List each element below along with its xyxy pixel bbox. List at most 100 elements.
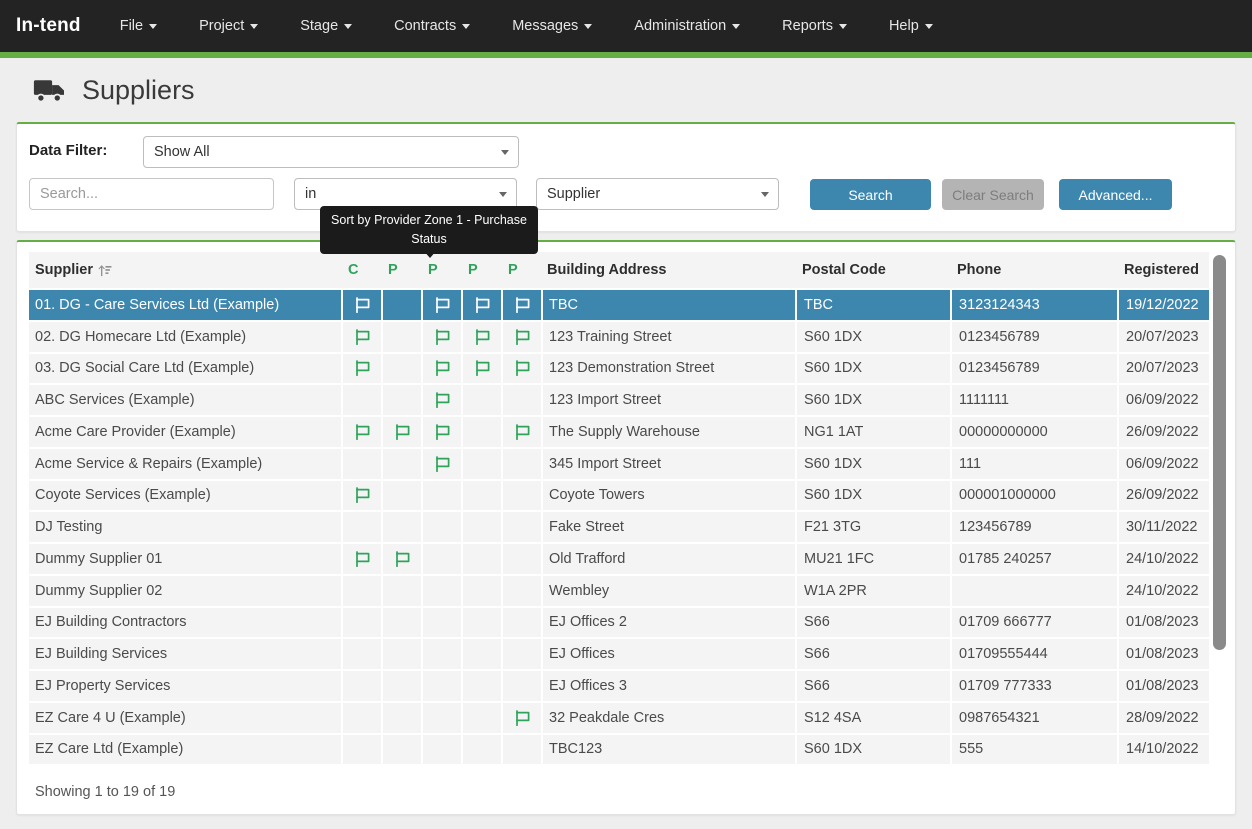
building-address-cell: Old Trafford xyxy=(541,544,795,574)
table-row[interactable]: EZ Care 4 U (Example) 32 Peakdale Cres S… xyxy=(29,703,1209,733)
flag-cell-p2 xyxy=(421,512,461,542)
menu-item-messages[interactable]: Messages xyxy=(491,0,613,52)
menu-item-stage[interactable]: Stage xyxy=(279,0,373,52)
flag-cell-p3 xyxy=(461,354,501,384)
vertical-scrollbar[interactable] xyxy=(1213,254,1226,829)
column-header-p1[interactable]: P xyxy=(381,262,421,278)
flag-cell-p1 xyxy=(381,290,421,320)
data-filter-label: Data Filter: xyxy=(29,142,107,159)
flag-cell-p3 xyxy=(461,544,501,574)
table-row[interactable]: Acme Care Provider (Example) The Supply … xyxy=(29,417,1209,447)
menu-item-contracts[interactable]: Contracts xyxy=(373,0,491,52)
flag-icon xyxy=(394,551,411,567)
building-address-cell: EJ Offices xyxy=(541,639,795,669)
column-header-c[interactable]: C xyxy=(341,262,381,278)
flag-cell-p2 xyxy=(421,576,461,606)
flag-cell-p3 xyxy=(461,608,501,638)
table-row[interactable]: EZ Care Ltd (Example) TBC123 S60 1DX 555… xyxy=(29,735,1209,765)
flag-icon xyxy=(514,710,531,726)
supplier-name-cell: 02. DG Homecare Ltd (Example) xyxy=(29,322,341,352)
flag-cell-p3 xyxy=(461,417,501,447)
table-row[interactable]: 02. DG Homecare Ltd (Example) 123 Traini… xyxy=(29,322,1209,352)
table-row[interactable]: Acme Service & Repairs (Example) 345 Imp… xyxy=(29,449,1209,479)
phone-cell: 123456789 xyxy=(950,512,1117,542)
flag-icon xyxy=(354,424,371,440)
flag-icon xyxy=(434,424,451,440)
page-title: Suppliers xyxy=(82,75,195,106)
phone-cell xyxy=(950,576,1117,606)
postal-code-cell: W1A 2PR xyxy=(795,576,950,606)
search-button[interactable]: Search xyxy=(810,179,931,210)
flag-cell-p1 xyxy=(381,703,421,733)
flag-cell-p4 xyxy=(501,385,541,415)
phone-cell: 01709 777333 xyxy=(950,671,1117,701)
flag-cell-c xyxy=(341,322,381,352)
supplier-name-cell: 01. DG - Care Services Ltd (Example) xyxy=(29,290,341,320)
registered-date-cell: 14/10/2022 xyxy=(1117,735,1209,765)
flag-cell-p3 xyxy=(461,481,501,511)
flag-cell-p4 xyxy=(501,512,541,542)
data-filter-selected-value: Show All xyxy=(154,144,210,160)
table-row[interactable]: Dummy Supplier 01 Old Trafford MU21 1FC … xyxy=(29,544,1209,574)
menu-item-file[interactable]: File xyxy=(99,0,178,52)
search-input[interactable] xyxy=(29,178,274,210)
table-row[interactable]: EJ Property Services EJ Offices 3 S66 01… xyxy=(29,671,1209,701)
phone-cell: 01709555444 xyxy=(950,639,1117,669)
flag-cell-p3 xyxy=(461,703,501,733)
column-header-p4[interactable]: P xyxy=(501,262,541,278)
registered-date-cell: 06/09/2022 xyxy=(1117,449,1209,479)
registered-date-cell: 24/10/2022 xyxy=(1117,544,1209,574)
table-row[interactable]: ABC Services (Example) 123 Import Street… xyxy=(29,385,1209,415)
search-field-select[interactable]: Supplier xyxy=(536,178,779,210)
building-address-cell: 123 Demonstration Street xyxy=(541,354,795,384)
flag-cell-p1 xyxy=(381,639,421,669)
advanced-button[interactable]: Advanced... xyxy=(1059,179,1172,210)
flag-cell-p1 xyxy=(381,322,421,352)
registered-date-cell: 19/12/2022 xyxy=(1117,290,1209,320)
postal-code-cell: MU21 1FC xyxy=(795,544,950,574)
table-row[interactable]: Coyote Services (Example) Coyote Towers … xyxy=(29,481,1209,511)
column-header-building-address[interactable]: Building Address xyxy=(541,262,795,278)
flag-cell-p2 xyxy=(421,735,461,765)
caret-down-icon xyxy=(839,24,847,33)
table-row[interactable]: EJ Building Contractors EJ Offices 2 S66… xyxy=(29,608,1209,638)
data-filter-select[interactable]: Show All xyxy=(143,136,519,168)
menu-item-help[interactable]: Help xyxy=(868,0,954,52)
flag-cell-p3 xyxy=(461,735,501,765)
scrollbar-thumb[interactable] xyxy=(1213,255,1226,650)
flag-icon xyxy=(474,360,491,376)
postal-code-cell: S12 4SA xyxy=(795,703,950,733)
postal-code-cell: S60 1DX xyxy=(795,481,950,511)
postal-code-cell: NG1 1AT xyxy=(795,417,950,447)
menu-item-reports[interactable]: Reports xyxy=(761,0,868,52)
column-header-supplier[interactable]: Supplier xyxy=(29,262,341,278)
menu-item-administration[interactable]: Administration xyxy=(613,0,761,52)
truck-icon xyxy=(32,76,68,104)
building-address-cell: 123 Import Street xyxy=(541,385,795,415)
table-row[interactable]: 01. DG - Care Services Ltd (Example) TBC… xyxy=(29,290,1209,320)
flag-cell-p2 xyxy=(421,703,461,733)
flag-cell-p1 xyxy=(381,608,421,638)
column-header-postal-code[interactable]: Postal Code xyxy=(795,262,950,278)
clear-search-button[interactable]: Clear Search xyxy=(942,179,1044,210)
flag-icon xyxy=(474,329,491,345)
phone-cell: 3123124343 xyxy=(950,290,1117,320)
phone-cell: 0987654321 xyxy=(950,703,1117,733)
table-row[interactable]: 03. DG Social Care Ltd (Example) 123 Dem… xyxy=(29,354,1209,384)
chevron-down-icon xyxy=(499,192,507,201)
table-row[interactable]: EJ Building Services EJ Offices S66 0170… xyxy=(29,639,1209,669)
menu-item-project[interactable]: Project xyxy=(178,0,279,52)
column-header-p3[interactable]: P xyxy=(461,262,501,278)
flag-cell-p4 xyxy=(501,417,541,447)
table-row[interactable]: DJ Testing Fake Street F21 3TG 123456789… xyxy=(29,512,1209,542)
column-header-phone[interactable]: Phone xyxy=(950,262,1117,278)
flag-cell-p1 xyxy=(381,354,421,384)
table-row[interactable]: Dummy Supplier 02 Wembley W1A 2PR 24/10/… xyxy=(29,576,1209,606)
column-header-registered[interactable]: Registered xyxy=(1117,262,1209,278)
app-brand[interactable]: In-tend xyxy=(0,15,99,37)
caret-down-icon xyxy=(925,24,933,33)
flag-cell-p4 xyxy=(501,354,541,384)
supplier-name-cell: DJ Testing xyxy=(29,512,341,542)
flag-cell-p4 xyxy=(501,703,541,733)
building-address-cell: Coyote Towers xyxy=(541,481,795,511)
